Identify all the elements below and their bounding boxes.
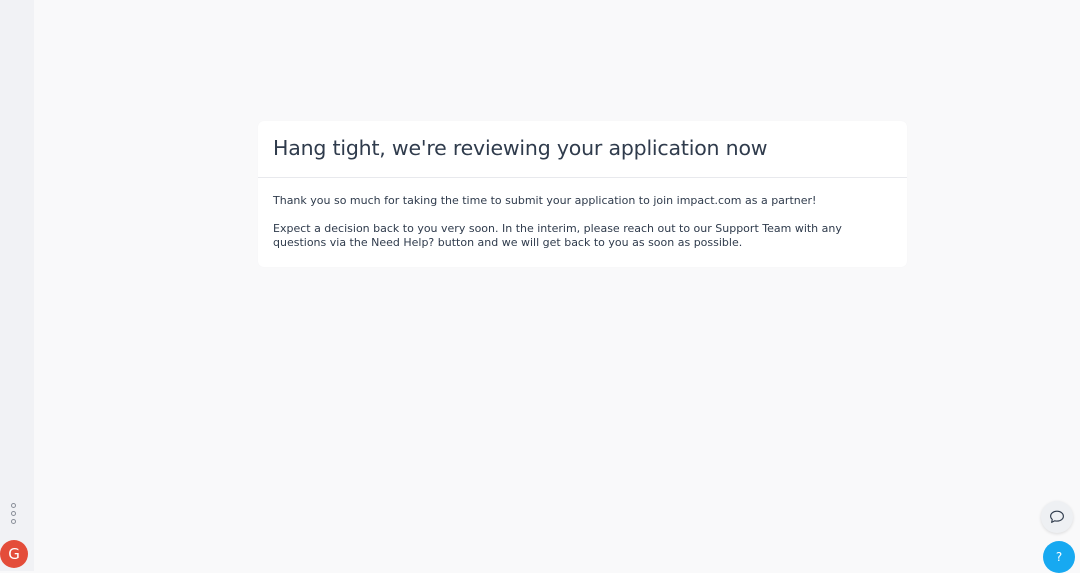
- thank-you-message: Thank you so much for taking the time to…: [273, 194, 817, 207]
- dot: [11, 511, 16, 516]
- dot: [11, 503, 16, 508]
- dot: [11, 519, 16, 524]
- card-header: Hang tight, we're reviewing your applica…: [258, 121, 907, 178]
- more-options-icon[interactable]: [9, 503, 19, 525]
- user-avatar[interactable]: G: [0, 540, 28, 568]
- chat-button[interactable]: [1041, 501, 1073, 533]
- page-title: Hang tight, we're reviewing your applica…: [273, 136, 768, 160]
- chat-bubble-icon: [1050, 510, 1064, 523]
- card-body: Thank you so much for taking the time to…: [258, 178, 907, 250]
- need-help-button[interactable]: ?: [1043, 541, 1075, 573]
- next-steps-message: Expect a decision back to you very soon.…: [273, 222, 842, 249]
- application-review-card: Hang tight, we're reviewing your applica…: [258, 121, 907, 267]
- left-sidebar: G: [0, 0, 34, 571]
